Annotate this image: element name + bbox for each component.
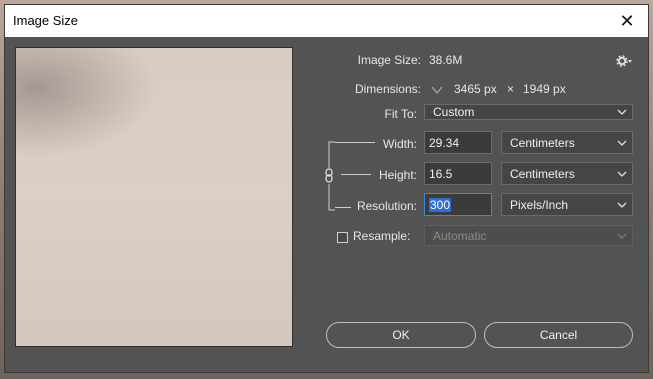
chevron-down-icon [617, 202, 627, 208]
height-unit-select[interactable]: Centimeters [501, 162, 633, 185]
image-size-value: 38.6M [429, 53, 463, 67]
image-preview[interactable] [15, 47, 293, 347]
chevron-down-icon [617, 233, 627, 239]
resolution-label: Resolution: [356, 199, 417, 213]
fit-to-value: Custom [433, 105, 475, 119]
resample-checkbox[interactable] [337, 232, 348, 243]
width-unit-value: Centimeters [510, 135, 575, 150]
fit-to-label: Fit To: [384, 107, 417, 121]
width-input[interactable]: 29.34 [424, 131, 492, 154]
dimensions-width: 3465 px [454, 82, 497, 96]
gear-icon[interactable] [616, 54, 634, 68]
constrain-proportions-icon[interactable] [323, 138, 343, 214]
width-label: Width: [382, 137, 417, 151]
chevron-down-icon [617, 109, 627, 115]
resolution-unit-select[interactable]: Pixels/Inch [501, 193, 633, 216]
width-unit-select[interactable]: Centimeters [501, 131, 633, 154]
image-size-dialog: Image Size ✕ Image Size: 38.6M Dimension… [4, 4, 649, 373]
resample-method-select[interactable]: Automatic [424, 225, 633, 246]
fit-to-select[interactable]: Custom [424, 104, 633, 120]
image-size-label: Image Size: [357, 53, 421, 67]
cancel-button[interactable]: Cancel [484, 322, 633, 348]
resolution-unit-value: Pixels/Inch [510, 197, 569, 212]
dimensions-separator: × [507, 82, 515, 96]
height-label: Height: [378, 168, 417, 182]
chevron-down-icon [617, 171, 627, 177]
height-input[interactable]: 16.5 [424, 162, 492, 185]
title-bar: Image Size ✕ [5, 5, 648, 37]
resample-label: Resample: [353, 229, 411, 243]
resample-method-value: Automatic [433, 228, 487, 243]
resolution-value: 300 [429, 197, 452, 212]
chevron-down-icon[interactable] [430, 83, 444, 95]
close-icon[interactable]: ✕ [614, 8, 640, 34]
dimensions-label: Dimensions: [354, 82, 421, 96]
ok-button[interactable]: OK [326, 322, 476, 348]
width-value: 29.34 [429, 135, 460, 150]
height-value: 16.5 [429, 166, 453, 181]
dimensions-height: 1949 px [523, 82, 566, 96]
height-unit-value: Centimeters [510, 166, 575, 181]
resolution-input[interactable]: 300 [424, 193, 492, 216]
dialog-title: Image Size [13, 13, 79, 28]
chevron-down-icon [617, 140, 627, 146]
